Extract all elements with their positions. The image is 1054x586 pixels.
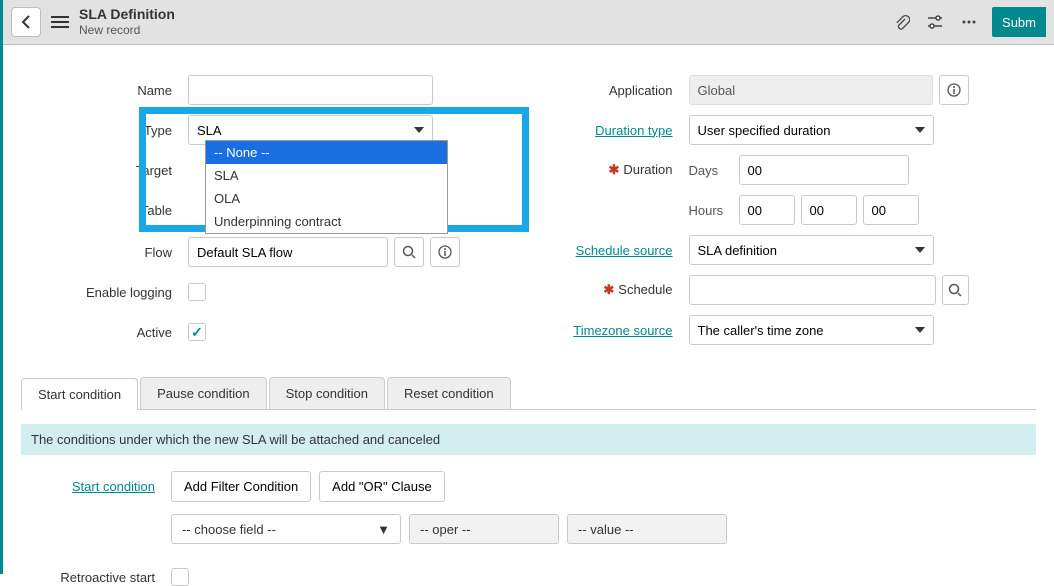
start-condition-label[interactable]: Start condition <box>21 479 171 494</box>
tab-info-banner: The conditions under which the new SLA w… <box>21 424 1036 455</box>
tab-pause-condition[interactable]: Pause condition <box>140 377 267 409</box>
tab-reset-condition[interactable]: Reset condition <box>387 377 511 409</box>
hours-hh-input[interactable] <box>739 195 795 225</box>
tab-start-condition[interactable]: Start condition <box>21 378 138 410</box>
duration-type-select[interactable]: User specified duration <box>689 115 934 145</box>
type-option-ola[interactable]: OLA <box>206 187 447 210</box>
application-info-button[interactable] <box>939 75 969 105</box>
schedule-label: ✱Schedule <box>544 282 689 298</box>
flow-search-button[interactable] <box>394 237 424 267</box>
tab-stop-condition[interactable]: Stop condition <box>269 377 385 409</box>
days-input[interactable] <box>739 155 909 185</box>
form-right-column: Application Global Duration type User sp… <box>544 75 1015 357</box>
back-button[interactable] <box>11 7 41 37</box>
form-left-column: Name Type SLA -- None -- SLA OLA Underpi… <box>43 75 514 357</box>
name-input[interactable] <box>188 75 433 105</box>
type-option-sla[interactable]: SLA <box>206 164 447 187</box>
attachment-icon[interactable] <box>890 11 912 33</box>
application-value: Global <box>689 75 933 105</box>
flow-info-button[interactable] <box>430 237 460 267</box>
required-icon: ✱ <box>608 162 619 177</box>
timezone-source-select[interactable]: The caller's time zone <box>689 315 934 345</box>
duration-label: ✱Duration <box>544 162 689 178</box>
title-block: SLA Definition New record <box>79 6 175 37</box>
type-label: Type <box>43 123 188 138</box>
enable-logging-label: Enable logging <box>43 285 188 300</box>
retroactive-start-label: Retroactive start <box>21 570 171 585</box>
add-filter-button[interactable]: Add Filter Condition <box>171 471 311 502</box>
active-checkbox[interactable] <box>188 323 206 341</box>
filter-oper-select[interactable]: -- oper -- <box>409 514 559 544</box>
schedule-input[interactable] <box>689 275 936 305</box>
required-icon: ✱ <box>603 282 614 297</box>
submit-button[interactable]: Subm <box>992 7 1046 37</box>
page-title: SLA Definition <box>79 6 175 23</box>
search-icon <box>948 283 962 297</box>
chevron-down-icon: ▼ <box>377 522 390 537</box>
type-option-upc[interactable]: Underpinning contract <box>206 210 447 233</box>
target-label: Target <box>43 163 188 178</box>
info-icon <box>438 245 452 259</box>
info-icon <box>947 83 961 97</box>
enable-logging-checkbox[interactable] <box>188 283 206 301</box>
hours-ss-input[interactable] <box>863 195 919 225</box>
chevron-left-icon <box>21 15 31 29</box>
filter-row: -- choose field -- ▼ -- oper -- -- value… <box>171 514 1036 544</box>
active-label: Active <box>43 325 188 340</box>
type-dropdown-list: -- None -- SLA OLA Underpinning contract <box>205 140 448 234</box>
duration-type-label[interactable]: Duration type <box>544 123 689 138</box>
search-icon <box>402 245 416 259</box>
menu-icon[interactable] <box>51 15 69 29</box>
retroactive-start-checkbox[interactable] <box>171 568 189 586</box>
flow-label: Flow <box>43 245 188 260</box>
tab-content: The conditions under which the new SLA w… <box>21 410 1036 586</box>
page-subtitle: New record <box>79 23 175 37</box>
name-label: Name <box>43 83 188 98</box>
table-label: Table <box>43 203 188 218</box>
schedule-search-button[interactable] <box>942 275 969 305</box>
schedule-source-select[interactable]: SLA definition <box>689 235 934 265</box>
schedule-source-label[interactable]: Schedule source <box>544 243 689 258</box>
timezone-source-label[interactable]: Timezone source <box>544 323 689 338</box>
filter-value-select[interactable]: -- value -- <box>567 514 727 544</box>
tabs: Start condition Pause condition Stop con… <box>21 377 1036 410</box>
hours-label: Hours <box>689 203 733 218</box>
hours-mm-input[interactable] <box>801 195 857 225</box>
days-label: Days <box>689 163 733 178</box>
add-or-clause-button[interactable]: Add "OR" Clause <box>319 471 445 502</box>
filter-field-select[interactable]: -- choose field -- ▼ <box>171 514 401 544</box>
flow-input[interactable] <box>188 237 388 267</box>
more-icon[interactable] <box>958 11 980 33</box>
application-label: Application <box>544 83 689 98</box>
topbar: SLA Definition New record Subm <box>3 0 1054 45</box>
type-option-none[interactable]: -- None -- <box>206 141 447 164</box>
settings-icon[interactable] <box>924 11 946 33</box>
